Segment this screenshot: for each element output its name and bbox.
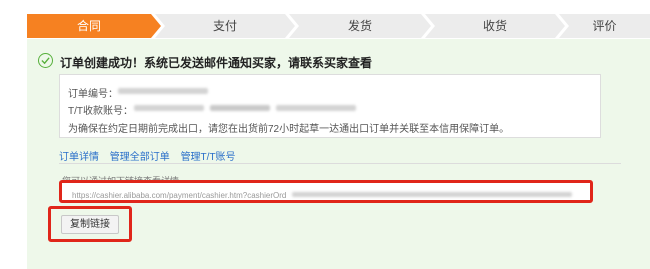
step-receiving: 收货 [425,14,565,38]
step-label: 发货 [347,19,372,33]
manage-tt-account-link[interactable]: 管理T/T账号 [181,152,236,163]
tt-account-label: T/T收款账号： [68,106,133,117]
order-number-label: 订单编号： [68,89,118,100]
progress-steps: 合同 支付 发货 收货 评价 [27,14,650,38]
check-circle-icon [38,53,53,68]
order-details-link[interactable]: 订单详情 [59,152,99,163]
copy-link-button[interactable]: 复制链接 [61,215,119,234]
redacted-order-number [118,88,208,94]
payment-link-url: https://cashier.alibaba.com/payment/cash… [72,191,287,200]
divider [59,163,621,164]
step-contract: 合同 [27,14,161,38]
payment-link-field[interactable]: https://cashier.alibaba.com/payment/cash… [59,180,593,203]
step-label: 评价 [592,19,617,33]
manage-all-orders-link[interactable]: 管理全部订单 [110,152,170,163]
step-label: 支付 [212,19,237,33]
redacted-account [276,105,356,111]
redacted-account [210,105,270,111]
redacted-link [292,192,572,197]
step-review: 评价 [559,14,650,38]
step-label: 收货 [482,19,507,33]
step-shipping: 发货 [289,14,431,38]
redacted-account [134,105,204,111]
order-info-box: 订单编号： T/T收款账号： 为确保在约定日期前完成出口，请您在出货前72小时起… [59,74,601,138]
action-links: 订单详情 管理全部订单 管理T/T账号 [59,148,244,163]
step-label: 合同 [76,19,101,33]
success-message: 订单创建成功！系统已发送邮件通知买家，请联系买家查看 [60,56,373,70]
step-payment: 支付 [155,14,295,38]
copy-highlight: 复制链接 [48,206,132,242]
export-notice: 为确保在约定日期前完成出口，请您在出货前72小时起草一达通出口订单并关联至本信用… [68,124,510,135]
